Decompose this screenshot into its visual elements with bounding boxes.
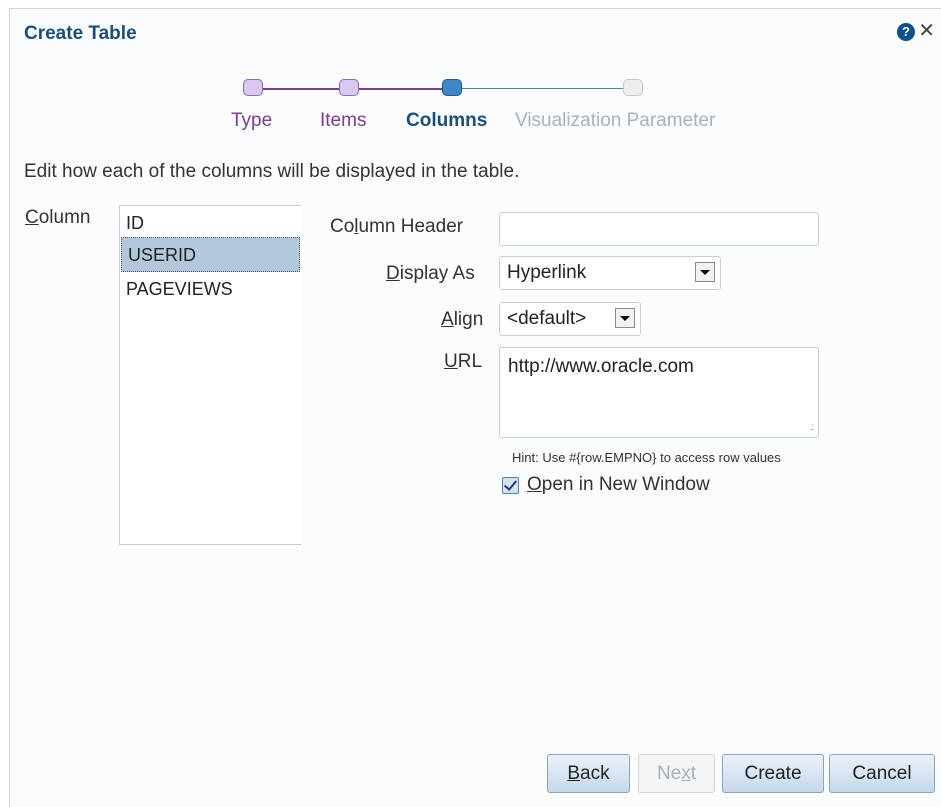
list-item-pageviews[interactable]: PAGEVIEWS [120,272,301,307]
cancel-button[interactable]: Cancel [829,754,935,793]
train-stop-visualization-parameter [623,79,643,96]
column-header-label: Column Header [330,216,464,237]
train-stop-items[interactable] [339,79,359,96]
chevron-down-icon[interactable] [695,262,715,282]
create-button[interactable]: Create [722,754,824,793]
train-stop-type[interactable] [243,79,263,96]
step-label-visualization-parameter: Visualization Parameter [515,110,716,131]
train-stop-columns [442,79,462,96]
url-hint: Hint: Use #{row.EMPNO} to access row val… [512,450,781,465]
step-label-type[interactable]: Type [231,110,272,132]
step-label-items[interactable]: Items [320,110,366,132]
align-label: Align [441,309,484,330]
open-new-window-checkbox[interactable] [502,477,519,494]
chevron-down-icon[interactable] [615,308,635,328]
train-connector-visited-2 [356,88,444,90]
display-as-value: Hyperlink [507,262,587,283]
align-select[interactable]: <default> [499,302,641,336]
align-value: <default> [507,308,587,329]
list-item-userid[interactable]: USERID [121,237,300,272]
instruction-text: Edit how each of the columns will be dis… [24,161,520,182]
column-label: Column [25,207,91,228]
train-connector-future [461,88,631,89]
display-as-select[interactable]: Hyperlink [499,256,721,290]
step-label-columns: Columns [406,110,488,131]
list-item-id[interactable]: ID [120,206,301,241]
next-button: Next [638,754,715,793]
create-table-dialog: Create Table ? ✕ Type Items Columns Visu… [9,8,941,807]
column-listbox[interactable]: ID USERID PAGEVIEWS [119,205,301,545]
url-value: http://www.oracle.com [508,356,694,377]
resize-grip-icon[interactable]: .: [809,422,813,433]
back-button[interactable]: Back [547,754,630,793]
open-new-window-label[interactable]: Open in New Window [527,474,710,496]
display-as-label: Display As [386,263,475,284]
url-textarea[interactable]: http://www.oracle.com .: [499,347,819,438]
column-header-input[interactable] [499,212,819,246]
train-connector-visited-1 [259,88,347,90]
step-train: Type Items Columns Visualization Paramet… [10,9,941,132]
url-label: URL [444,351,483,372]
